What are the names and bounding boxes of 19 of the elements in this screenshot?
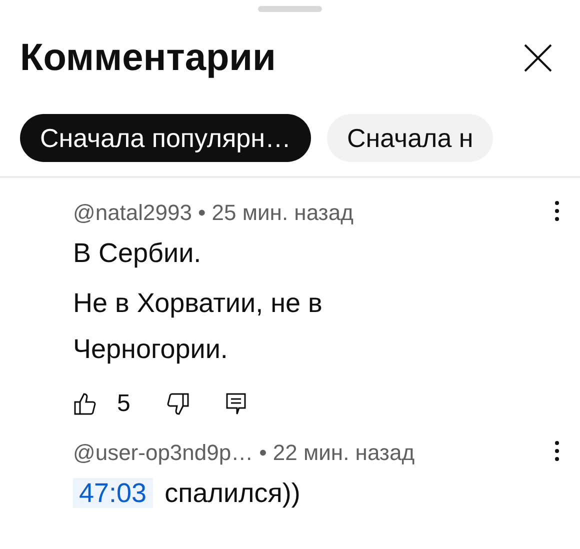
sort-chip[interactable]: Сначала популярн… [20,114,311,162]
panel-title: Комментарии [20,36,276,80]
comment-time: • 22 мин. назад [259,440,415,466]
drag-handle[interactable] [258,6,322,12]
reply-icon[interactable] [226,393,246,415]
timestamp-link[interactable]: 47:03 [73,478,153,508]
close-icon[interactable] [524,44,552,72]
comment-time: • 25 мин. назад [198,200,354,226]
more-options-icon[interactable] [554,200,560,222]
comment-author[interactable]: @natal2993 [73,200,192,226]
comment-text: Не в Хорватии, не в Черногории. [73,287,324,366]
thumbs-down-icon[interactable] [166,392,190,416]
comment-author[interactable]: @user-op3nd9p… [73,440,254,466]
sort-chip[interactable]: Сначала н [327,114,494,162]
thumbs-up-icon[interactable] [73,392,97,416]
comment-text: 47:03 спалился)) [73,470,453,516]
more-options-icon[interactable] [554,440,560,462]
like-count: 5 [117,390,130,418]
comment-text: В Сербии. [73,237,202,270]
